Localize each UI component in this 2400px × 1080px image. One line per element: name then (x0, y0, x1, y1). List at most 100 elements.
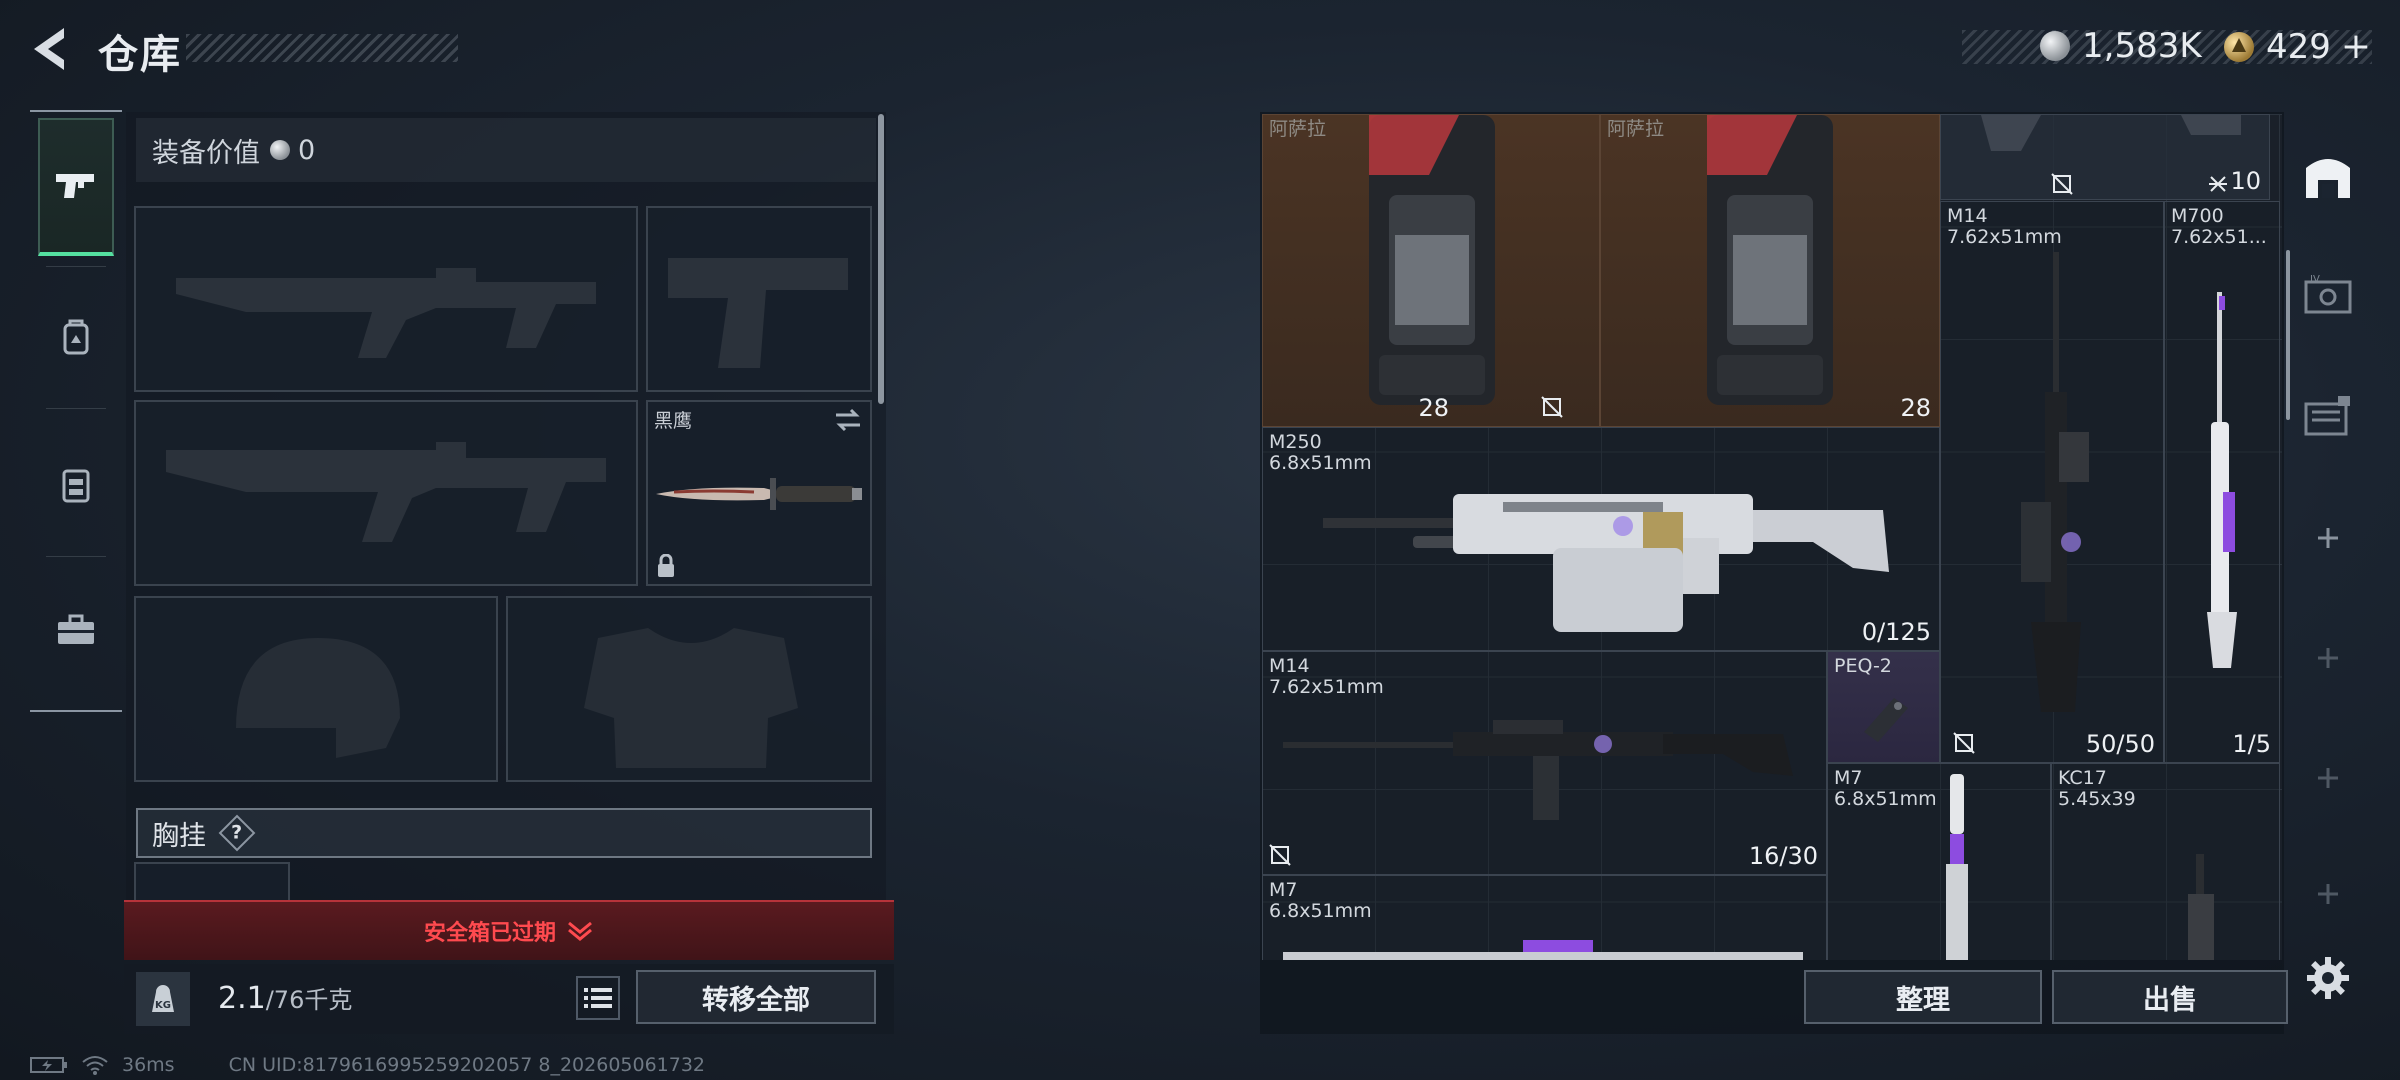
transfer-all-button[interactable]: 转移全部 (636, 970, 876, 1024)
rifle-vertical-image (2021, 252, 2089, 712)
smg-image (2188, 854, 2214, 960)
body-armor-slot[interactable] (506, 596, 872, 782)
no-insurance-icon (1269, 844, 1291, 866)
rifle-horizontal-image (1283, 940, 1803, 960)
kettlebell-icon: KG (152, 985, 174, 1012)
pistol-silhouette-icon (668, 258, 848, 368)
chest-rig-slot[interactable] (134, 862, 290, 902)
knife-icon (656, 478, 862, 510)
carry-weight: 2.1/76千克 (218, 980, 352, 1016)
list-icon (584, 988, 612, 1008)
weight-icon: KG (136, 972, 190, 1026)
item-name: M14 7.62x51mm (1947, 205, 2062, 248)
equipment-value-label: 装备价值 (152, 137, 260, 169)
item-count: 28 (1418, 394, 1449, 422)
sell-button[interactable]: 出售 (2052, 970, 2288, 1024)
inventory-item-m700[interactable]: M700 7.62x51... 1/5 (2164, 201, 2280, 763)
melee-slot[interactable]: 黑鹰 (646, 400, 872, 586)
rifle-silhouette-icon (166, 442, 606, 542)
plus-icon (2318, 768, 2338, 788)
inventory-item-m14-vertical[interactable]: M14 7.62x51mm 50/50 (1940, 201, 2164, 763)
safe-box-expired-banner[interactable]: 安全箱已过期 (124, 900, 894, 960)
backpack-item-image (1707, 115, 1833, 405)
weight-max: /76千克 (265, 986, 353, 1014)
silver-currency: 1,583K (2040, 26, 2202, 66)
item-count: 28 (1900, 394, 1931, 422)
rail-storage-tab-2[interactable] (2294, 382, 2362, 450)
user-uid: CN UID:8179616995259202057 8_20260506173… (228, 1054, 706, 1076)
nav-chest-rig-tab[interactable] (38, 416, 114, 554)
stack-icon (2209, 176, 2227, 192)
warehouse-icon (2306, 159, 2350, 198)
silver-currency-value: 1,583K (2082, 26, 2202, 66)
equipment-value-row: 装备价值 0 (136, 118, 876, 182)
plus-icon (2318, 648, 2338, 668)
back-arrow-icon[interactable] (24, 22, 78, 76)
gear-icon (2307, 957, 2349, 999)
gold-triangle-coin-icon (2224, 31, 2254, 62)
armor-silhouette-icon (584, 628, 798, 768)
primary-weapon-slot[interactable] (134, 206, 638, 392)
rail-add-button-1[interactable] (2294, 504, 2362, 572)
list-view-button[interactable] (576, 976, 620, 1020)
sniper-rifle-image (2207, 292, 2237, 668)
item-name: M7 6.8x51mm (1269, 879, 1372, 922)
rifle-horizontal-image (1283, 720, 1793, 820)
item-name: M14 7.62x51mm (1269, 655, 1384, 698)
inventory-item-m14-horizontal[interactable]: M14 7.62x51mm 16/30 (1262, 651, 1827, 875)
nav-case-tab[interactable] (38, 562, 114, 700)
pistol-icon (56, 174, 94, 198)
item-name: M700 7.62x51... (2171, 205, 2267, 248)
rail-add-button-3[interactable] (2294, 744, 2362, 812)
item-count: 16/30 (1748, 842, 1818, 870)
nav-backpack-tab[interactable] (38, 268, 114, 406)
help-icon[interactable]: ? (218, 814, 256, 852)
inventory-item-backpack-1[interactable]: 阿萨拉 28 (1262, 114, 1600, 427)
rail-warehouse-tab[interactable] (2294, 142, 2362, 210)
toolbox-icon (58, 614, 94, 644)
item-count: 1/5 (2232, 730, 2271, 758)
rail-storage-tab-1[interactable]: IV (2294, 262, 2362, 330)
rifle-silhouette-icon (176, 268, 596, 358)
silver-coin-icon (270, 140, 290, 160)
inventory-scrollbar[interactable] (2286, 250, 2290, 420)
inventory-item-backpack-2[interactable]: 阿萨拉 28 (1600, 114, 1940, 427)
gold-currency[interactable]: 429 + (2224, 26, 2371, 67)
inventory-item-peq2[interactable]: PEQ-2 (1827, 651, 1940, 763)
inventory-item-kc17[interactable]: KC17 5.45x39 (2051, 763, 2280, 960)
status-bar: 36ms CN UID:8179616995259202057 8_202605… (30, 1054, 705, 1076)
nav-separator (46, 266, 106, 267)
wifi-icon (82, 1056, 108, 1075)
no-insurance-icon (2051, 173, 2073, 195)
pistol-slot[interactable] (646, 206, 872, 392)
silver-coin-icon (2040, 31, 2070, 61)
helmet-slot[interactable] (134, 596, 498, 782)
inventory-item-m7-vertical[interactable]: M7 6.8x51mm (1827, 763, 2051, 960)
settings-button[interactable] (2294, 944, 2362, 1012)
item-count: 0/125 (1861, 618, 1931, 646)
nav-weapons-tab[interactable] (38, 118, 114, 256)
rail-add-button-2[interactable] (2294, 624, 2362, 692)
ping-value: 36ms (122, 1054, 175, 1076)
item-count: 50/50 (2085, 730, 2155, 758)
no-insurance-icon (1953, 732, 1975, 754)
item-name: 阿萨拉 (1269, 118, 1327, 140)
chest-rig-header[interactable]: 胸挂 ? (136, 808, 872, 858)
rifle-vertical-image (1946, 774, 1968, 960)
inventory-item-gear[interactable]: 10 (1940, 114, 2270, 200)
rail-add-button-4[interactable] (2294, 860, 2362, 928)
chevron-down-icon (568, 921, 592, 941)
add-currency-button[interactable]: + (2341, 26, 2371, 67)
secondary-weapon-slot[interactable] (134, 400, 638, 586)
swap-arrows-icon[interactable] (834, 408, 862, 432)
sort-button[interactable]: 整理 (1804, 970, 2042, 1024)
svg-text:KG: KG (155, 1000, 171, 1011)
title-decoration (186, 34, 458, 62)
nav-separator (46, 408, 106, 409)
lock-icon (658, 554, 674, 577)
loadout-scrollbar[interactable] (878, 114, 884, 404)
chest-rig-label: 胸挂 (152, 820, 206, 852)
inventory-item-m250[interactable]: M250 6.8x51mm 0/125 (1262, 427, 1940, 651)
inventory-item-m7-horizontal[interactable]: M7 6.8x51mm (1262, 875, 1827, 960)
laser-module-image (1864, 698, 1908, 742)
